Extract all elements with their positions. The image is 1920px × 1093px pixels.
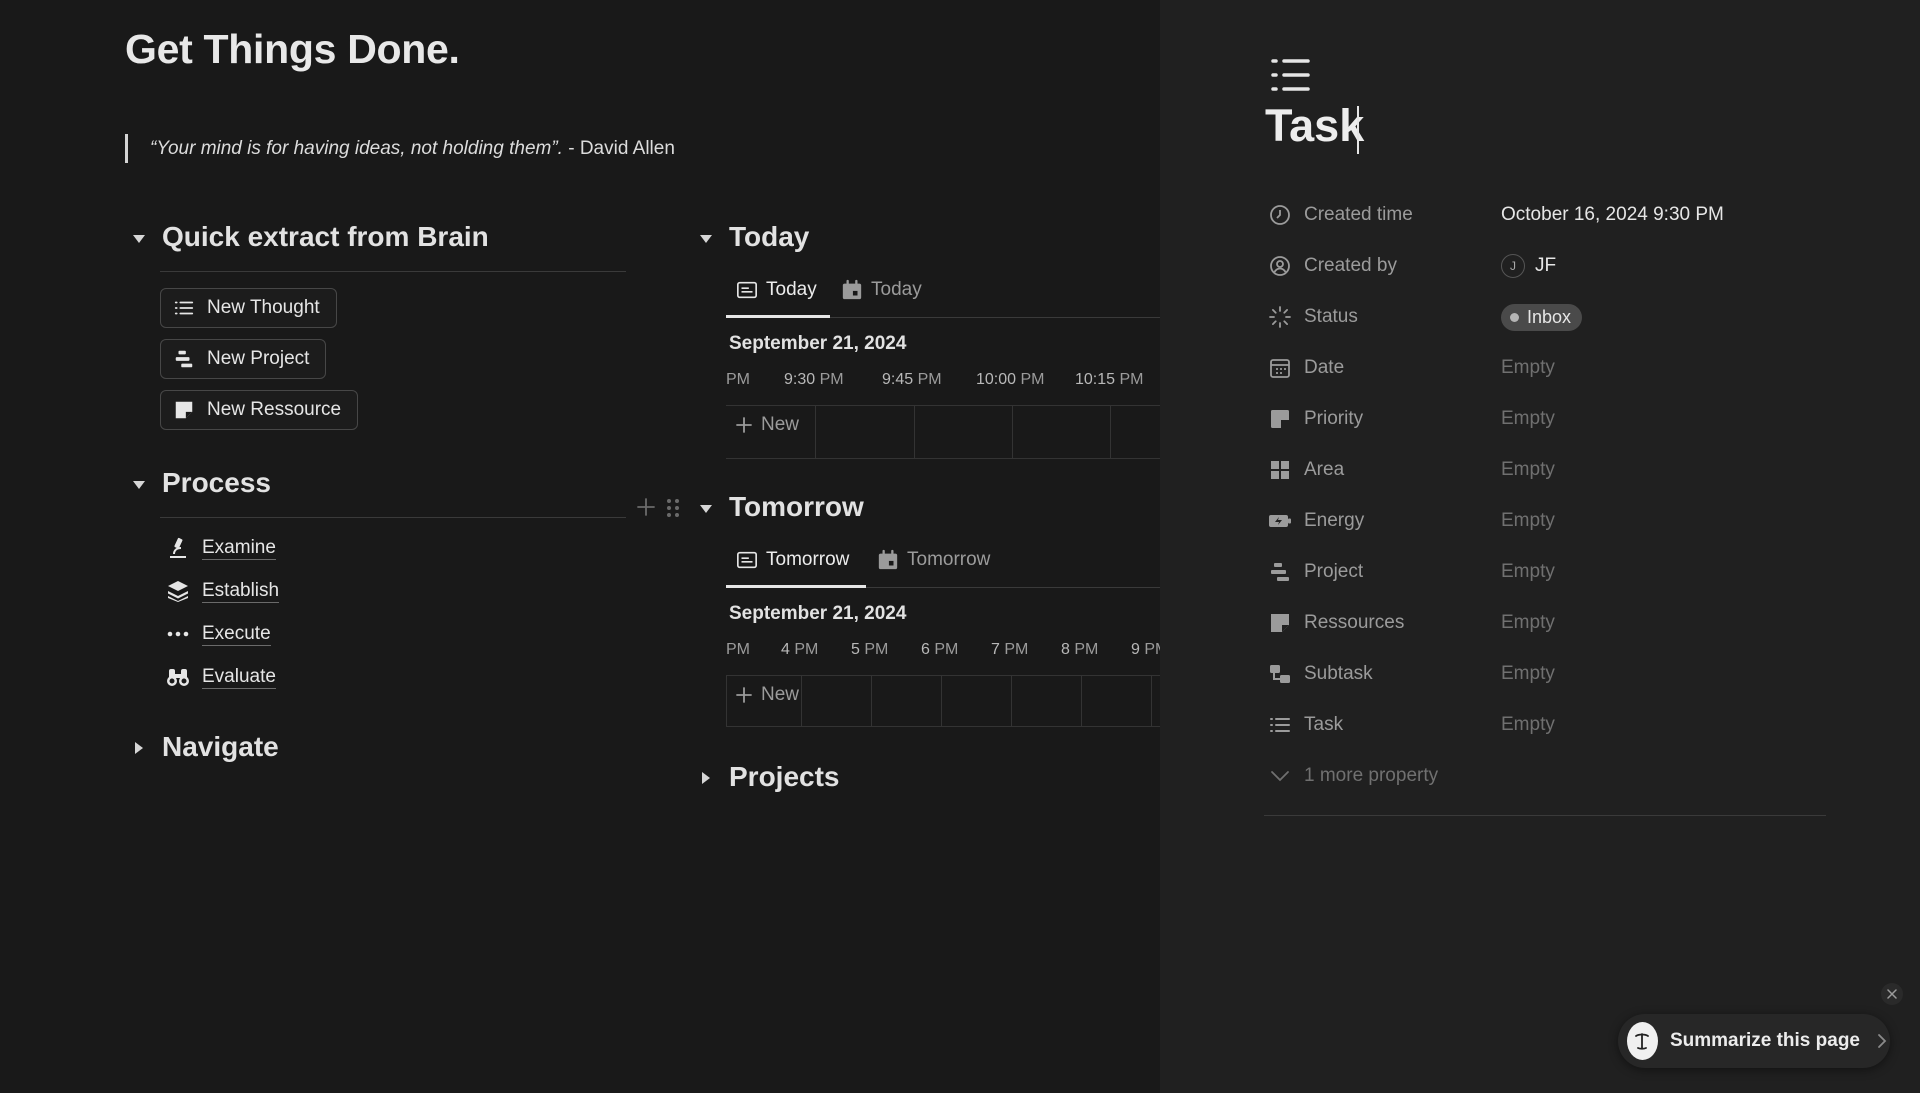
priority-icon xyxy=(1268,407,1292,431)
project-icon xyxy=(1268,560,1292,584)
time-tick: 10:15 PM xyxy=(1075,371,1144,388)
toggle-down-icon[interactable] xyxy=(699,232,713,246)
ellipsis-icon xyxy=(166,622,190,646)
microscope-icon xyxy=(166,536,190,560)
table-view-icon xyxy=(736,279,758,301)
status-badge[interactable]: Inbox xyxy=(1501,303,1583,331)
created-time-value: October 16, 2024 9:30 PM xyxy=(1501,204,1724,225)
quick-extract-heading: Quick extract from Brain xyxy=(162,221,489,252)
property-date[interactable]: Date Empty xyxy=(1268,348,1555,388)
quote-author: - David Allen xyxy=(562,138,675,159)
property-created-by[interactable]: Created by J JF xyxy=(1268,246,1556,286)
user-circle-icon xyxy=(1268,254,1292,278)
property-status[interactable]: Status Inbox xyxy=(1268,297,1583,337)
more-properties-toggle[interactable]: 1 more property xyxy=(1268,756,1501,796)
new-project-button[interactable]: New Project xyxy=(160,339,327,379)
navigate-heading: Navigate xyxy=(162,731,279,762)
time-tick: 5 PM xyxy=(851,641,889,658)
time-tick: 6 PM xyxy=(921,641,959,658)
calendar-icon xyxy=(1268,356,1292,380)
quote-text: “Your mind is for having ideas, not hold… xyxy=(150,138,563,159)
property-ressources[interactable]: Ressources Empty xyxy=(1268,603,1555,643)
list-icon xyxy=(1270,57,1310,93)
time-tick: 7 PM xyxy=(991,641,1029,658)
today-heading: Today xyxy=(729,221,810,252)
time-tick: 8 PM xyxy=(1061,641,1099,658)
tomorrow-heading: Tomorrow xyxy=(729,491,864,522)
process-item-evaluate[interactable]: Evaluate xyxy=(166,661,276,693)
status-spinner-icon xyxy=(1268,305,1292,329)
close-icon[interactable] xyxy=(1881,983,1903,1005)
new-ressource-button[interactable]: New Ressource xyxy=(160,390,359,430)
property-subtask[interactable]: Subtask Empty xyxy=(1268,654,1555,694)
time-tick: 4 PM xyxy=(781,641,819,658)
process-item-execute[interactable]: Execute xyxy=(166,618,271,650)
tab-tomorrow-list[interactable]: Tomorrow xyxy=(736,549,849,571)
list-icon xyxy=(1268,713,1292,737)
list-icon xyxy=(173,297,195,319)
tomorrow-date-label: September 21, 2024 xyxy=(729,603,907,624)
toggle-right-icon[interactable] xyxy=(699,771,713,785)
battery-icon xyxy=(1268,509,1292,533)
process-item-establish[interactable]: Establish xyxy=(166,575,280,607)
property-priority[interactable]: Priority Empty xyxy=(1268,399,1555,439)
created-by-value[interactable]: J JF xyxy=(1501,254,1556,278)
calendar-icon xyxy=(877,549,899,571)
property-area[interactable]: Area Empty xyxy=(1268,450,1555,490)
tab-tomorrow-calendar[interactable]: Tomorrow xyxy=(877,549,990,571)
toggle-down-icon[interactable] xyxy=(132,478,146,492)
toggle-right-icon[interactable] xyxy=(132,741,146,755)
chevron-down-icon xyxy=(1268,764,1292,788)
avatar: J xyxy=(1501,254,1525,278)
property-created-time[interactable]: Created time October 16, 2024 9:30 PM xyxy=(1268,195,1724,235)
time-tick: PM xyxy=(726,641,750,658)
layers-icon xyxy=(166,579,190,603)
drag-handle-icon[interactable] xyxy=(665,497,681,519)
ai-assistant-icon xyxy=(1627,1022,1658,1060)
time-tick: 10:00 PM xyxy=(976,371,1045,388)
quote-block: “Your mind is for having ideas, not hold… xyxy=(125,134,675,163)
property-energy[interactable]: Energy Empty xyxy=(1268,501,1555,541)
project-icon xyxy=(173,348,195,370)
clock-icon xyxy=(1268,203,1292,227)
today-date-label: September 21, 2024 xyxy=(729,333,907,354)
projects-heading: Projects xyxy=(729,761,840,792)
time-tick: PM xyxy=(726,371,750,388)
grid-icon xyxy=(1268,458,1292,482)
plus-icon xyxy=(735,416,753,434)
toggle-down-icon[interactable] xyxy=(699,502,713,516)
summarize-page-button[interactable]: Summarize this page xyxy=(1618,1014,1890,1068)
new-thought-button[interactable]: New Thought xyxy=(160,288,337,328)
binoculars-icon xyxy=(166,665,190,689)
tomorrow-new-button[interactable]: New xyxy=(735,684,799,706)
task-side-panel xyxy=(1160,0,1920,1093)
page-title: Get Things Done. xyxy=(125,26,460,72)
text-caret xyxy=(1357,106,1359,154)
property-task[interactable]: Task Empty xyxy=(1268,705,1555,745)
task-title[interactable]: Task xyxy=(1265,100,1364,152)
tab-today-list[interactable]: Today xyxy=(736,279,817,301)
calendar-icon xyxy=(841,279,863,301)
divider xyxy=(160,271,626,272)
table-view-icon xyxy=(736,549,758,571)
plus-icon xyxy=(735,686,753,704)
divider xyxy=(160,517,626,518)
time-tick: 9 PM xyxy=(1131,641,1160,658)
active-tab-indicator xyxy=(726,315,830,318)
process-item-examine[interactable]: Examine xyxy=(166,532,276,564)
divider xyxy=(1264,815,1826,816)
subtask-icon xyxy=(1268,662,1292,686)
time-tick: 9:45 PM xyxy=(882,371,942,388)
note-icon xyxy=(1268,611,1292,635)
time-tick: 9:30 PM xyxy=(784,371,844,388)
chevron-right-icon xyxy=(1874,1033,1890,1049)
tab-today-calendar[interactable]: Today xyxy=(841,279,922,301)
note-icon xyxy=(173,399,195,421)
property-project[interactable]: Project Empty xyxy=(1268,552,1555,592)
add-block-icon[interactable] xyxy=(636,497,656,517)
today-new-button[interactable]: New xyxy=(735,414,799,436)
process-heading: Process xyxy=(162,467,271,498)
toggle-down-icon[interactable] xyxy=(132,232,146,246)
active-tab-indicator xyxy=(726,585,866,588)
